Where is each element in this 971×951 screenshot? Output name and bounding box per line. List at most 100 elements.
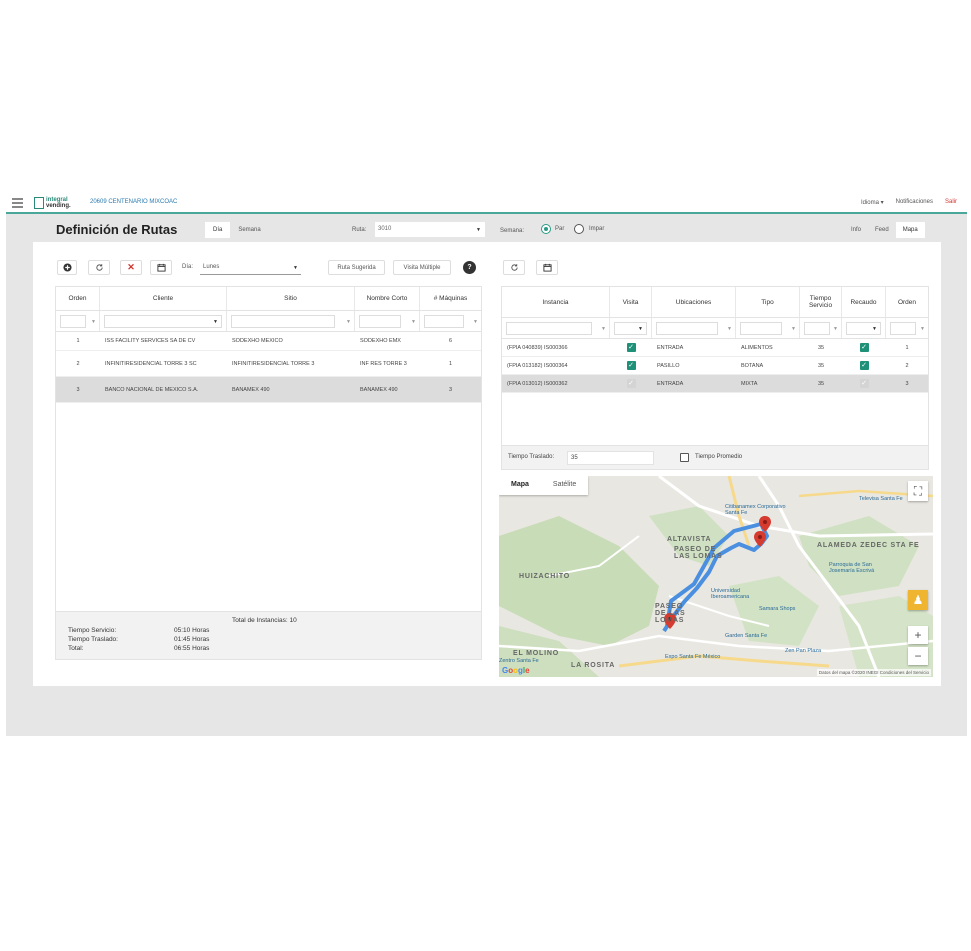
filter-maquinas[interactable] <box>424 315 464 328</box>
tiempo-traslado-input[interactable]: 35 <box>567 451 654 465</box>
checkbox-disabled-icon: ✓ <box>626 379 636 388</box>
right-calendar-button[interactable] <box>536 260 558 275</box>
calendar-button[interactable] <box>150 260 172 275</box>
table-row-selected[interactable]: 3 BANCO NACIONAL DE MEXICO S.A. BANAMEX … <box>56 377 481 403</box>
checkbox-checked-icon[interactable]: ✓ <box>626 343 636 352</box>
filter-icon[interactable]: ▼ <box>346 319 351 325</box>
cell-visita[interactable]: ✓ <box>610 375 652 392</box>
table-row-selected[interactable]: (FPIA 013012) IS000362 ✓ ENTRADA MIXTA 3… <box>502 375 928 393</box>
checkbox-checked-icon[interactable]: ✓ <box>859 343 869 352</box>
cell-orden: 3 <box>76 386 80 393</box>
logo-line2: vending. <box>46 203 71 209</box>
checkbox-checked-icon[interactable]: ✓ <box>626 361 636 370</box>
help-button[interactable]: ? <box>463 261 476 274</box>
cell-tiempo: 35 <box>817 344 825 351</box>
col-cliente[interactable]: Cliente <box>100 287 227 310</box>
col-nombre-corto[interactable]: Nombre Corto <box>355 287 420 310</box>
refresh-icon <box>510 264 518 271</box>
checkbox-checked-icon[interactable]: ✓ <box>859 361 869 370</box>
zoom-out-button[interactable]: − <box>908 647 928 665</box>
radio-par[interactable] <box>541 224 551 234</box>
filter-icon[interactable]: ▼ <box>601 326 606 332</box>
filter-tiempo[interactable] <box>804 322 830 335</box>
visita-multiple-button[interactable]: Visita Múltiple <box>393 260 451 275</box>
map-label-altavista: ALTAVISTA <box>667 536 712 543</box>
add-button[interactable] <box>57 260 77 275</box>
tab-feed[interactable]: Feed <box>868 222 896 238</box>
filter-icon[interactable]: ▼ <box>727 326 732 332</box>
cell-maquinas: 6 <box>448 338 453 344</box>
filter-icon[interactable]: ▼ <box>91 319 96 325</box>
fullscreen-icon[interactable]: ⛶ <box>908 481 928 501</box>
logout-link[interactable]: Salir <box>945 199 957 206</box>
tab-mapa[interactable]: Mapa <box>895 222 925 238</box>
col-instancia[interactable]: Instancia <box>502 287 610 317</box>
table-row[interactable]: 2 INFINITIRESIDENCIAL TORRE 3 SC INFINIT… <box>56 351 481 377</box>
tab-semana[interactable]: Semana <box>230 222 268 238</box>
ruta-select[interactable]: 3010 ▼ <box>375 222 485 237</box>
table-row[interactable]: (FPIA 040839) IS000366 ✓ ENTRADA ALIMENT… <box>502 339 928 357</box>
map-tab-mapa[interactable]: Mapa <box>499 476 541 495</box>
col-orden[interactable]: Orden <box>56 287 100 310</box>
col-tipo[interactable]: Tipo <box>736 287 800 317</box>
right-refresh-button[interactable] <box>503 260 525 275</box>
col-ubicaciones[interactable]: Ubicaciones <box>652 287 736 317</box>
chevron-down-icon: ▼ <box>638 326 643 332</box>
route-map[interactable]: Mapa Satélite ⛶ ♟ + − ALTAVISTA PASEO DE… <box>499 476 933 677</box>
filter-cliente[interactable]: ▼ <box>104 315 222 328</box>
refresh-button[interactable] <box>88 260 110 275</box>
table-row[interactable]: 1 ISS FACILITY SERVICES SA DE CV SODEXHO… <box>56 332 481 351</box>
hamburger-menu-icon[interactable] <box>12 198 23 208</box>
zoom-in-button[interactable]: + <box>908 626 928 644</box>
cell-recaudo[interactable]: ✓ <box>842 357 886 374</box>
table-row[interactable]: (FPIA 013182) IS000364 ✓ PASILLO BOTANA … <box>502 357 928 375</box>
filter-instancia[interactable] <box>506 322 592 335</box>
filter-icon[interactable]: ▼ <box>791 326 796 332</box>
notifications-link[interactable]: Notificaciones <box>896 199 933 206</box>
dia-label: Día: <box>182 264 194 270</box>
filter-orden[interactable] <box>60 315 86 328</box>
filter-icon[interactable]: ▼ <box>833 326 838 332</box>
filter-icon[interactable]: ▼ <box>920 326 925 332</box>
tab-dia[interactable]: Día <box>205 222 231 238</box>
ruta-sugerida-button[interactable]: Ruta Sugerida <box>328 260 385 275</box>
google-logo: Google <box>502 666 530 675</box>
cell-visita[interactable]: ✓ <box>610 357 652 374</box>
map-tab-satelite[interactable]: Satélite <box>541 476 588 495</box>
col-recaudo[interactable]: Recaudo <box>842 287 886 317</box>
filter-tipo[interactable] <box>740 322 782 335</box>
cell-cliente: INFINITIRESIDENCIAL TORRE 3 SC <box>105 360 197 367</box>
filter-ubicaciones[interactable] <box>656 322 718 335</box>
tab-info[interactable]: Info <box>844 222 868 238</box>
col-maquinas[interactable]: # Máquinas <box>420 287 481 310</box>
col-visita[interactable]: Visita <box>610 287 652 317</box>
col-sitio[interactable]: Sitio <box>227 287 355 310</box>
filter-recaudo[interactable]: ▼ <box>846 322 881 335</box>
cell-recaudo[interactable]: ✓ <box>842 375 886 392</box>
dia-select[interactable]: Lunes ▼ <box>200 260 301 275</box>
filter-icon[interactable]: ▼ <box>411 319 416 325</box>
cell-instancia: (FPIA 013012) IS000362 <box>507 380 568 387</box>
language-menu[interactable]: Idioma ▾ <box>861 199 884 206</box>
radio-impar[interactable] <box>574 224 584 234</box>
filter-orden[interactable] <box>890 322 916 335</box>
filter-sitio[interactable] <box>231 315 335 328</box>
tiempo-traslado-value: 01:45 Horas <box>174 636 210 643</box>
tiempo-promedio-label: Tiempo Promedio <box>695 454 743 460</box>
filter-nombre[interactable] <box>359 315 401 328</box>
cell-recaudo[interactable]: ✓ <box>842 339 886 356</box>
close-icon: ✕ <box>127 262 135 272</box>
cell-tiempo: 35 <box>817 362 825 369</box>
map-marker-1[interactable] <box>759 516 771 532</box>
street-view-pegman-icon[interactable]: ♟ <box>908 590 928 610</box>
col-tiempo-servicio[interactable]: Tiempo Servicio <box>800 287 842 317</box>
filter-icon[interactable]: ▼ <box>473 319 478 325</box>
col-orden[interactable]: Orden <box>886 287 928 317</box>
filter-visita[interactable]: ▼ <box>614 322 647 335</box>
delete-button[interactable]: ✕ <box>120 260 142 275</box>
map-poi-parroquia: Parroquia de San Josemaría Escrivá <box>829 562 875 574</box>
tiempo-promedio-checkbox[interactable] <box>680 453 689 462</box>
cell-visita[interactable]: ✓ <box>610 339 652 356</box>
map-marker-2[interactable] <box>754 531 766 547</box>
total-value: 06:55 Horas <box>174 645 210 652</box>
